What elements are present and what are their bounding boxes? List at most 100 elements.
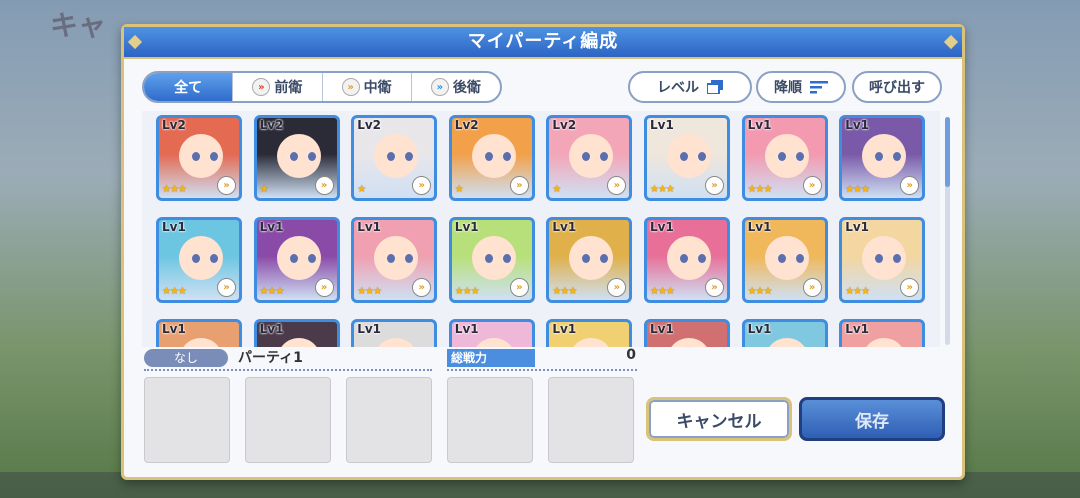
party-slot-3[interactable] bbox=[346, 377, 432, 463]
sort-level-label: レベル bbox=[657, 80, 699, 96]
tab-middle[interactable]: » 中衛 bbox=[323, 73, 412, 101]
tab-front[interactable]: » 前衛 bbox=[233, 73, 323, 101]
role-chevron-icon: » bbox=[217, 176, 236, 195]
tab-back-label: 後衛 bbox=[452, 80, 481, 96]
party-slot-4[interactable] bbox=[447, 377, 533, 463]
role-chevron-icon: » bbox=[217, 278, 236, 297]
character-card[interactable]: Lv1 ★★★ » bbox=[741, 217, 828, 303]
save-button[interactable]: 保存 bbox=[799, 397, 945, 441]
power-underline bbox=[447, 369, 637, 371]
party-name[interactable]: パーティ1 bbox=[238, 347, 303, 367]
character-card[interactable]: Lv1 bbox=[644, 319, 730, 347]
character-level: Lv1 bbox=[162, 322, 186, 336]
character-eye bbox=[698, 152, 706, 161]
character-level: Lv1 bbox=[454, 220, 479, 234]
character-card[interactable]: Lv2 ★ » bbox=[546, 115, 633, 201]
character-stars: ★★★ bbox=[454, 286, 480, 297]
character-card[interactable]: Lv2 ★ » bbox=[253, 115, 340, 201]
back-role-icon: » bbox=[430, 78, 449, 96]
character-card[interactable]: Lv1 ★★★ » bbox=[253, 217, 340, 303]
character-card[interactable]: Lv2 ★ » bbox=[351, 115, 438, 201]
character-stars: ★★★ bbox=[650, 286, 675, 297]
role-chevron-icon: » bbox=[607, 176, 627, 195]
character-level: Lv1 bbox=[650, 322, 674, 336]
character-stars: ★★★ bbox=[845, 286, 870, 297]
party-slot-1[interactable] bbox=[144, 377, 230, 463]
character-card[interactable]: Lv2 ★ » bbox=[448, 115, 535, 201]
character-eye bbox=[502, 254, 511, 263]
recall-button[interactable]: 呼び出す bbox=[852, 71, 942, 103]
character-level: Lv1 bbox=[357, 322, 382, 336]
character-stars: ★★★ bbox=[357, 286, 382, 297]
character-card[interactable]: Lv1 ★★★ » bbox=[741, 115, 828, 201]
character-level: Lv1 bbox=[650, 118, 674, 132]
role-chevron-icon: » bbox=[509, 278, 529, 297]
position-filter-tabs: 全て » 前衛 » 中衛 » 後衛 bbox=[142, 71, 502, 103]
character-level: Lv1 bbox=[162, 220, 186, 234]
character-stars: ★ bbox=[454, 184, 464, 195]
character-card[interactable]: Lv1 ★★★ » bbox=[448, 217, 535, 303]
character-level: Lv1 bbox=[845, 118, 870, 132]
grid-scrollbar[interactable] bbox=[945, 117, 950, 345]
sort-level-button[interactable]: レベル bbox=[628, 71, 752, 103]
character-stars: ★★★ bbox=[650, 184, 675, 195]
party-slot-2[interactable] bbox=[245, 377, 331, 463]
character-eye bbox=[484, 254, 493, 263]
character-level: Lv2 bbox=[357, 118, 382, 132]
character-eye bbox=[777, 254, 786, 263]
character-card[interactable]: Lv1 bbox=[156, 319, 242, 347]
character-portrait bbox=[667, 338, 711, 347]
character-eye bbox=[698, 254, 706, 263]
character-stars: ★★★ bbox=[552, 286, 577, 297]
character-eye bbox=[192, 152, 200, 161]
tab-all[interactable]: 全て bbox=[144, 73, 234, 101]
character-eye bbox=[680, 254, 688, 263]
party-tag[interactable]: なし bbox=[144, 349, 228, 367]
character-card[interactable]: Lv1 bbox=[448, 319, 535, 347]
character-level: Lv1 bbox=[552, 220, 577, 234]
character-card[interactable]: Lv1 ★★★ » bbox=[351, 217, 438, 303]
party-name-underline bbox=[144, 369, 432, 371]
character-card[interactable]: Lv1 ★★★ » bbox=[644, 115, 730, 201]
character-grid: Lv2 ★★★ » Lv2 ★ » Lv2 ★ » Lv2 ★ » Lv2 ★ » Lv1 ★★★ » Lv1 ★★★… bbox=[142, 111, 940, 347]
recall-label: 呼び出す bbox=[869, 80, 925, 96]
character-stars: ★★★ bbox=[162, 184, 187, 195]
party-slot-5[interactable] bbox=[548, 377, 634, 463]
character-eye bbox=[289, 152, 298, 161]
character-card[interactable]: Lv1 bbox=[839, 319, 926, 347]
character-card[interactable]: Lv1 bbox=[741, 319, 828, 347]
character-stars: ★ bbox=[357, 184, 366, 195]
character-level: Lv2 bbox=[162, 118, 186, 132]
character-card[interactable]: Lv1 bbox=[546, 319, 633, 347]
character-card[interactable]: Lv1 ★★★ » bbox=[546, 217, 633, 303]
character-card[interactable]: Lv1 ★★★ » bbox=[644, 217, 730, 303]
character-stars: ★★★ bbox=[259, 286, 285, 297]
character-portrait bbox=[764, 338, 809, 347]
cancel-button[interactable]: キャンセル bbox=[646, 397, 792, 441]
sort-order-button[interactable]: 降順 bbox=[756, 71, 846, 103]
character-card[interactable]: Lv1 bbox=[351, 319, 438, 347]
role-chevron-icon: » bbox=[412, 278, 432, 297]
character-level: Lv1 bbox=[747, 322, 772, 336]
character-eye bbox=[307, 254, 316, 263]
character-level: Lv1 bbox=[845, 322, 870, 336]
scrollbar-thumb[interactable] bbox=[945, 117, 950, 187]
character-portrait bbox=[374, 338, 419, 347]
character-card[interactable]: Lv2 ★★★ » bbox=[156, 115, 242, 201]
character-eye bbox=[484, 152, 493, 161]
character-card[interactable]: Lv1 ★★★ » bbox=[839, 115, 926, 201]
tab-back[interactable]: » 後衛 bbox=[412, 73, 500, 101]
sort-order-label: 降順 bbox=[774, 80, 802, 96]
character-level: Lv1 bbox=[259, 322, 284, 336]
character-card[interactable]: Lv1 bbox=[253, 319, 340, 347]
character-level: Lv1 bbox=[747, 220, 772, 234]
character-level: Lv1 bbox=[650, 220, 674, 234]
character-stars: ★ bbox=[259, 184, 269, 195]
role-chevron-icon: » bbox=[900, 176, 920, 195]
window-toggle-icon bbox=[707, 80, 723, 94]
character-card[interactable]: Lv1 ★★★ » bbox=[156, 217, 242, 303]
role-chevron-icon: » bbox=[509, 176, 529, 195]
character-eye bbox=[289, 254, 298, 263]
character-card[interactable]: Lv1 ★★★ » bbox=[839, 217, 926, 303]
character-portrait bbox=[276, 338, 321, 347]
